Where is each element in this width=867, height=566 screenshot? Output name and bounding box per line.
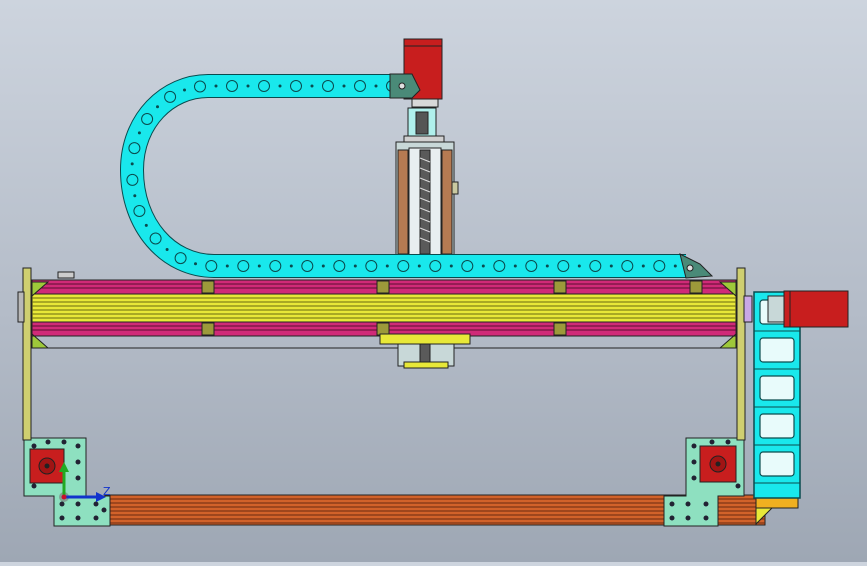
chain-link-window bbox=[759, 413, 795, 439]
chain-link-pin bbox=[673, 264, 677, 268]
chain-link-window bbox=[759, 375, 795, 401]
chain-link-pin bbox=[156, 105, 159, 109]
chain-link bbox=[365, 260, 378, 272]
chain-link bbox=[301, 260, 314, 272]
chain-link bbox=[205, 260, 218, 272]
chain-link-pin bbox=[449, 264, 453, 268]
chain-link bbox=[269, 260, 282, 272]
chain-link bbox=[354, 80, 366, 92]
cad-viewport[interactable]: Z bbox=[0, 0, 867, 562]
chain-link-pin bbox=[246, 84, 250, 88]
chain-link bbox=[141, 113, 154, 125]
chain-link-pin bbox=[257, 264, 261, 268]
chain-link-pin bbox=[165, 248, 169, 251]
chain-link-pin bbox=[289, 264, 293, 268]
chain-link bbox=[133, 205, 146, 217]
chain-link bbox=[461, 260, 474, 272]
chain-link-pin bbox=[353, 264, 357, 268]
chain-link bbox=[128, 142, 141, 155]
chain-link-pin bbox=[577, 264, 581, 268]
chain-link bbox=[174, 252, 187, 265]
chain-link-pin bbox=[374, 84, 378, 88]
x-axis-dot bbox=[61, 494, 67, 500]
chain-link-window bbox=[759, 337, 795, 363]
chain-link bbox=[429, 260, 442, 272]
chain-link-pin bbox=[321, 264, 325, 268]
chain-link-pin bbox=[137, 131, 141, 135]
chain-link bbox=[226, 80, 238, 92]
z-axis-lower-block[interactable] bbox=[379, 333, 471, 369]
chain-link-pin bbox=[225, 264, 229, 268]
chain-link bbox=[397, 260, 410, 272]
chain-link bbox=[149, 232, 162, 245]
chain-link-pin bbox=[545, 264, 549, 268]
chain-link bbox=[589, 260, 602, 272]
chain-link-pin bbox=[214, 84, 218, 88]
chain-link-window bbox=[759, 451, 795, 477]
chain-link-pin bbox=[278, 84, 282, 88]
chain-link-pin bbox=[194, 262, 197, 266]
chain-link bbox=[290, 80, 302, 92]
chain-link-pin bbox=[385, 264, 389, 268]
chain-link bbox=[653, 260, 666, 272]
chain-link bbox=[493, 260, 506, 272]
chain-link bbox=[164, 90, 177, 103]
chain-link bbox=[322, 80, 334, 92]
chain-link bbox=[194, 80, 206, 93]
chain-link-pin bbox=[183, 88, 186, 92]
chain-link bbox=[237, 260, 250, 272]
chain-link bbox=[126, 173, 139, 186]
z-axis-coupler[interactable] bbox=[403, 107, 445, 143]
z-axis-carriage[interactable] bbox=[395, 141, 459, 257]
left-y-stepper-motor[interactable] bbox=[29, 448, 65, 484]
chain-link-pin bbox=[609, 264, 613, 268]
chain-link-pin bbox=[144, 223, 148, 227]
cad-scene[interactable]: Z bbox=[0, 0, 867, 562]
x-axis-stepper-motor[interactable] bbox=[767, 290, 849, 328]
triad-z-label: Z bbox=[103, 485, 111, 498]
chain-link bbox=[621, 260, 634, 272]
chain-link bbox=[525, 260, 538, 272]
chain-link-pin bbox=[342, 84, 346, 88]
chain-link bbox=[258, 80, 270, 92]
chain-link-pin bbox=[133, 194, 137, 198]
chain-link bbox=[333, 260, 346, 272]
chain-link-pin bbox=[417, 264, 421, 268]
chain-link-pin bbox=[130, 162, 134, 166]
chain-link-pin bbox=[310, 84, 314, 88]
chain-link-pin bbox=[513, 264, 517, 268]
chain-link bbox=[557, 260, 570, 272]
chain-link-pin bbox=[641, 264, 645, 268]
chain-link-pin bbox=[481, 264, 485, 268]
right-side-post[interactable] bbox=[736, 267, 753, 441]
right-y-stepper-motor[interactable] bbox=[699, 445, 737, 483]
